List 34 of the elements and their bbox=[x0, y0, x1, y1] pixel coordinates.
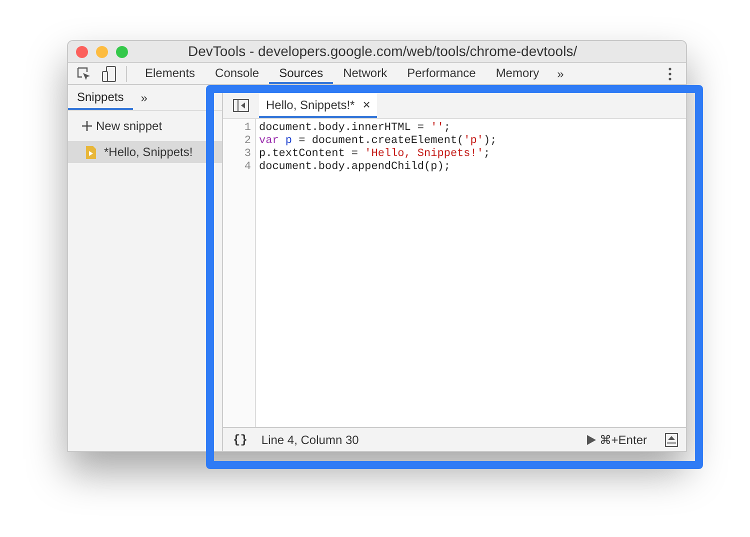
code-line: document.body.innerHTML = ''; bbox=[259, 122, 452, 135]
panel-tab[interactable]: Network bbox=[333, 63, 398, 84]
new-snippet-button[interactable]: New snippet bbox=[82, 117, 222, 135]
code-line: var p = document.createElement('p'); bbox=[259, 135, 497, 148]
device-toolbar-icon[interactable] bbox=[102, 66, 116, 82]
drawer-toggle-icon[interactable] bbox=[665, 432, 678, 446]
panel-tab[interactable]: Performance bbox=[397, 63, 486, 84]
sidebar-toggle-icon[interactable] bbox=[233, 99, 249, 112]
more-tabs-button[interactable]: » bbox=[132, 85, 156, 110]
close-tab-button[interactable]: × bbox=[362, 94, 370, 114]
more-tabs-button[interactable]: » bbox=[549, 63, 572, 84]
window-title: DevTools - developers.google.com/web/tools/chrome-devtools/ bbox=[188, 42, 578, 61]
line-number: 1 bbox=[243, 122, 251, 135]
code-line: p.textContent = 'Hello, Snippets!'; bbox=[259, 148, 492, 161]
code-line: document.body.appendChild(p); bbox=[259, 161, 452, 174]
line-number: 2 bbox=[243, 135, 251, 148]
play-icon bbox=[587, 434, 596, 444]
file-icon bbox=[86, 146, 96, 158]
inspect-element-icon[interactable] bbox=[77, 66, 91, 80]
snippet-item[interactable]: *Hello, Snippets! bbox=[68, 141, 222, 163]
sidebar-tab[interactable]: Snippets bbox=[68, 85, 133, 110]
panel-tab[interactable]: Sources bbox=[269, 63, 334, 84]
panel-tab[interactable]: Console bbox=[205, 63, 270, 84]
run-snippet-button[interactable]: ⌘+Enter bbox=[587, 430, 647, 448]
menu-icon[interactable] bbox=[668, 66, 672, 80]
panel-tab[interactable]: Elements bbox=[135, 63, 206, 84]
editor-tab[interactable]: Hello, Snippets!* × bbox=[259, 93, 378, 118]
line-number: 3 bbox=[243, 148, 251, 161]
pretty-print-button[interactable]: {} bbox=[233, 430, 248, 448]
plus-icon bbox=[82, 121, 92, 131]
cursor-position: Line 4, Column 30 bbox=[261, 432, 359, 448]
panel-tab[interactable]: Memory bbox=[486, 63, 550, 84]
line-number: 4 bbox=[243, 161, 251, 174]
snippet-name: *Hello, Snippets! bbox=[104, 144, 193, 161]
